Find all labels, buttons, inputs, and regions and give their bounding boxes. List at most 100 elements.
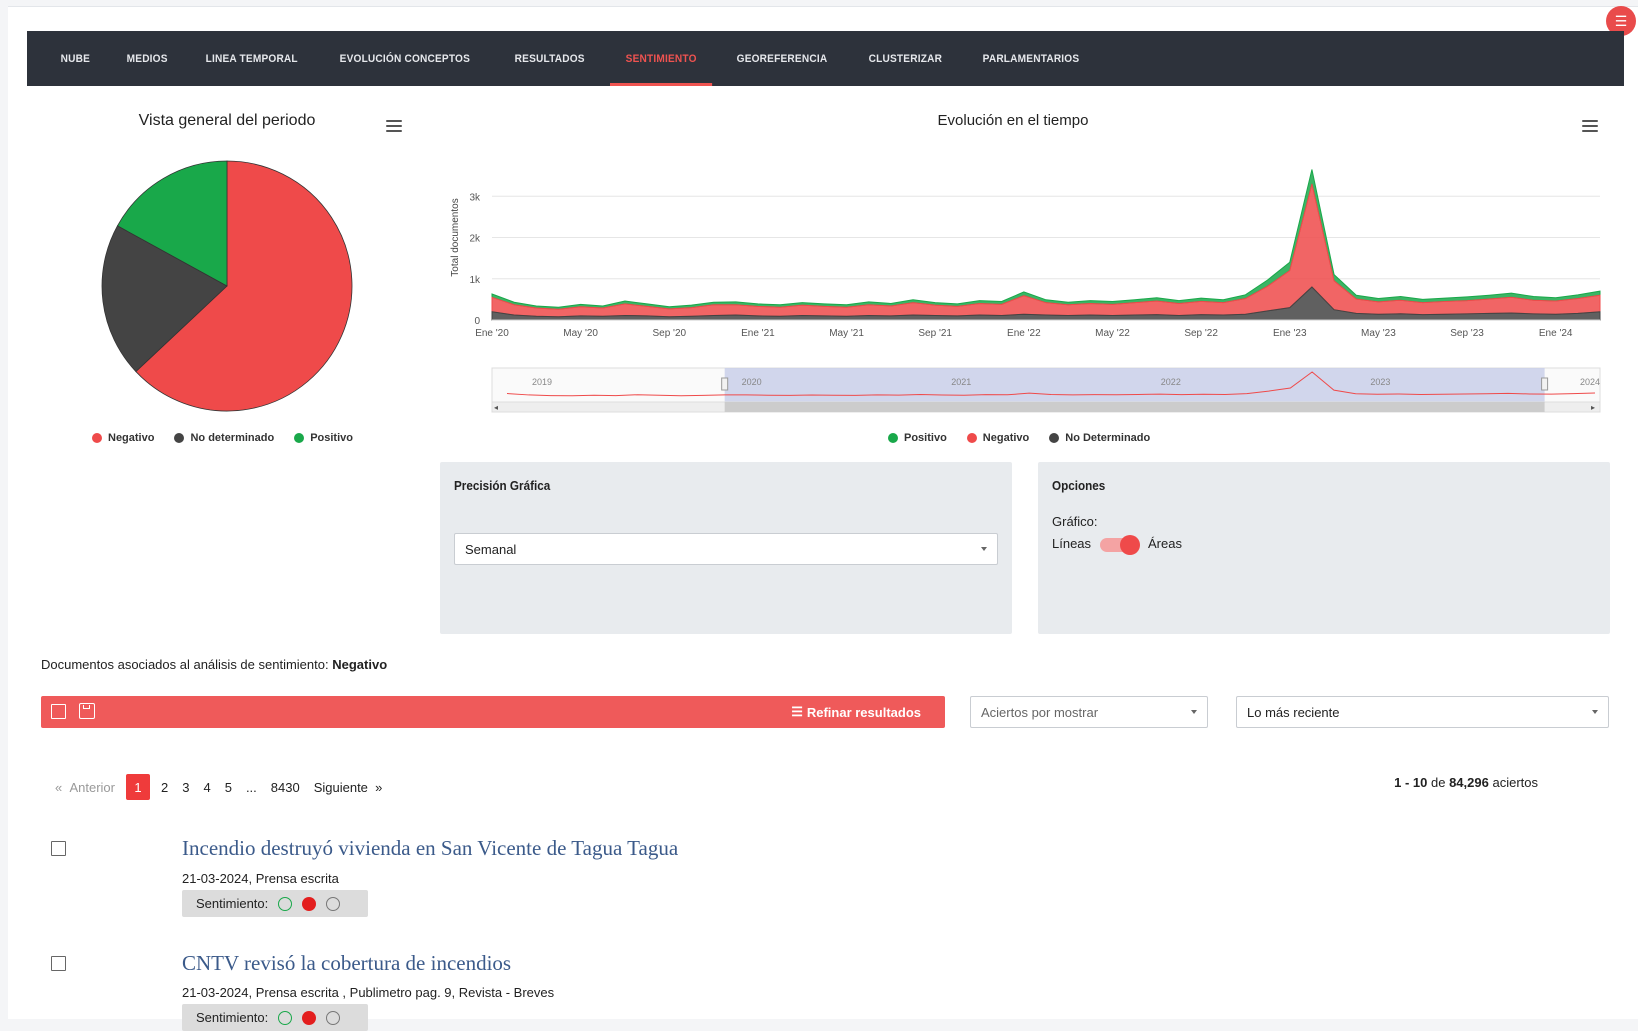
y-tick-label: 1k	[469, 275, 481, 286]
nav-item-evolucion-conceptos[interactable]: EVOLUCIÓN CONCEPTOS	[324, 31, 486, 86]
area-menu-icon[interactable]	[1582, 120, 1598, 132]
chevron-down-icon	[1592, 710, 1598, 714]
result-meta: 21-03-2024, Prensa escrita , Publimetro …	[182, 985, 555, 1000]
result-sentiment: Sentimiento:	[182, 1004, 368, 1031]
navigator-year-label: 2024	[1580, 377, 1600, 387]
result-title[interactable]: CNTV revisó la cobertura de incendios	[182, 951, 511, 976]
pager-next-label: Siguiente	[313, 779, 368, 795]
x-tick-label: Sep '20	[652, 328, 686, 339]
x-tick-label: Ene '22	[1007, 328, 1041, 339]
nav-item-clusterizar[interactable]: CLUSTERIZAR	[853, 31, 958, 86]
sentiment-negative-circle[interactable]	[302, 1010, 317, 1025]
refine-results-button[interactable]: ☰ Refinar resultados	[791, 704, 921, 720]
area-chart-title: Evolución en el tiempo	[937, 112, 1089, 129]
hits-summary: 1 - 10 de 84,296 aciertos	[1394, 775, 1538, 790]
save-icon[interactable]	[79, 703, 95, 719]
double-chevron-left-icon: «	[55, 779, 70, 795]
legend-negativo-2-marker	[966, 433, 977, 443]
legend-positivo[interactable]: Positivo	[294, 432, 353, 444]
chart-type-toggle-knob[interactable]	[1120, 535, 1140, 555]
legend-negativo-2[interactable]: Negativo	[966, 432, 1029, 444]
area-series-positivo[interactable]	[491, 169, 1601, 310]
legend-no-determinado-2-marker	[1049, 433, 1060, 443]
sentiment-negative-circle[interactable]	[302, 896, 317, 911]
select-all-checkbox[interactable]	[51, 704, 66, 719]
pager-ellipsis: ...	[245, 779, 257, 795]
navigator-year-label: 2021	[951, 377, 971, 387]
legend-no-determinado-label: No determinado	[190, 432, 275, 444]
sentiment-neutral-circle[interactable]	[326, 896, 341, 911]
nav-item-resultados[interactable]: RESULTADOS	[499, 31, 600, 86]
precision-panel: Precisión Gráfica Semanal	[440, 462, 1012, 634]
scroll-right-arrow-icon[interactable]: ▸	[1591, 403, 1595, 412]
sentiment-positive-circle[interactable]	[278, 1010, 293, 1025]
nav-item-georeferencia[interactable]: GEOREFERENCIA	[721, 31, 843, 86]
sort-select[interactable]: Lo más reciente	[1236, 696, 1609, 728]
sort-select-value: Lo más reciente	[1247, 704, 1340, 720]
precision-select[interactable]: Semanal	[454, 533, 998, 565]
result-checkbox[interactable]	[51, 956, 66, 971]
legend-negativo[interactable]: Negativo	[92, 432, 154, 444]
hits-de: de	[1430, 775, 1446, 790]
y-tick-label: 3k	[469, 192, 481, 203]
chevron-down-icon	[1191, 710, 1197, 714]
pie-chart-title: Vista general del periodo	[138, 112, 316, 129]
sentiment-label: Sentimiento:	[196, 896, 269, 911]
x-tick-label: May '22	[1095, 328, 1130, 339]
pager-page-2[interactable]: 2	[154, 774, 175, 800]
navigator-year-label: 2022	[1161, 377, 1181, 387]
nav-item-linea-temporal[interactable]: LINEA TEMPORAL	[190, 31, 313, 86]
options-panel-title: Opciones	[1052, 478, 1106, 493]
legend-no-determinado-2[interactable]: No Determinado	[1049, 432, 1150, 444]
pager-page-last[interactable]: 8430	[264, 774, 307, 800]
x-tick-label: Ene '21	[741, 328, 775, 339]
pager-prev[interactable]: « Anterior	[48, 774, 122, 800]
navigator-year-label: 2020	[742, 377, 762, 387]
sentiment-positive-circle[interactable]	[278, 896, 293, 911]
legend-negativo-marker	[92, 433, 102, 443]
navigator-scrollbar-thumb[interactable]	[724, 402, 1545, 412]
navigator-year-label: 2019	[532, 377, 552, 387]
x-tick-label: Sep '22	[1184, 328, 1218, 339]
navigator-selection[interactable]	[724, 368, 1545, 402]
nav-item-parlamentarios[interactable]: PARLAMENTARIOS	[967, 31, 1095, 86]
nav-item-sentimiento[interactable]: SENTIMIENTO	[609, 31, 713, 86]
y-tick-label: 0	[474, 316, 480, 327]
x-tick-label: Ene '20	[475, 328, 509, 339]
legend-positivo-2[interactable]: Positivo	[888, 432, 947, 444]
nav-item-medios[interactable]: MEDIOS	[111, 31, 183, 86]
result-sentiment: Sentimiento:	[182, 890, 368, 917]
navigator-handle[interactable]	[1541, 377, 1549, 391]
x-tick-label: May '21	[829, 328, 864, 339]
pie-menu-icon[interactable]	[386, 120, 402, 132]
legend-no-determinado[interactable]: No determinado	[174, 432, 274, 444]
sentiment-neutral-circle[interactable]	[326, 1010, 341, 1025]
pagination: « Anterior 1 2 3 4 5 ... 8430 Siguiente …	[48, 774, 389, 800]
sentiment-label: Sentimiento:	[196, 1010, 269, 1025]
nav-item-nube[interactable]: NUBE	[45, 31, 106, 86]
legend-positivo-marker	[294, 433, 305, 443]
pager-next[interactable]: Siguiente »	[307, 774, 390, 800]
per-page-placeholder: Aciertos por mostrar	[981, 704, 1099, 720]
results-toolbar: ☰ Refinar resultados	[41, 696, 945, 728]
pager-page-3[interactable]: 3	[175, 774, 196, 800]
legend-positivo-label: Positivo	[310, 432, 353, 444]
y-tick-label: 2k	[469, 234, 481, 245]
chevron-down-icon	[981, 547, 987, 551]
result-title[interactable]: Incendio destruyó vivienda en San Vicent…	[182, 836, 678, 861]
result-meta: 21-03-2024, Prensa escrita	[182, 871, 339, 886]
x-tick-label: May '23	[1361, 328, 1396, 339]
x-tick-label: Ene '23	[1273, 328, 1307, 339]
per-page-select[interactable]: Aciertos por mostrar	[970, 696, 1208, 728]
lineas-label: Líneas	[1052, 536, 1092, 551]
pager-page-4[interactable]: 4	[196, 774, 217, 800]
pager-page-1[interactable]: 1	[126, 774, 150, 800]
area-series-negativo[interactable]	[491, 183, 1601, 318]
pager-page-5[interactable]: 5	[218, 774, 239, 800]
scroll-left-arrow-icon[interactable]: ◂	[494, 403, 498, 412]
top-nav: NUBE MEDIOS LINEA TEMPORAL EVOLUCIÓN CON…	[27, 31, 1624, 86]
navigator-handle[interactable]	[721, 377, 729, 391]
result-checkbox[interactable]	[51, 841, 66, 856]
x-tick-label: Sep '23	[1450, 328, 1484, 339]
options-panel: Opciones Gráfico: Líneas Áreas	[1038, 462, 1610, 634]
